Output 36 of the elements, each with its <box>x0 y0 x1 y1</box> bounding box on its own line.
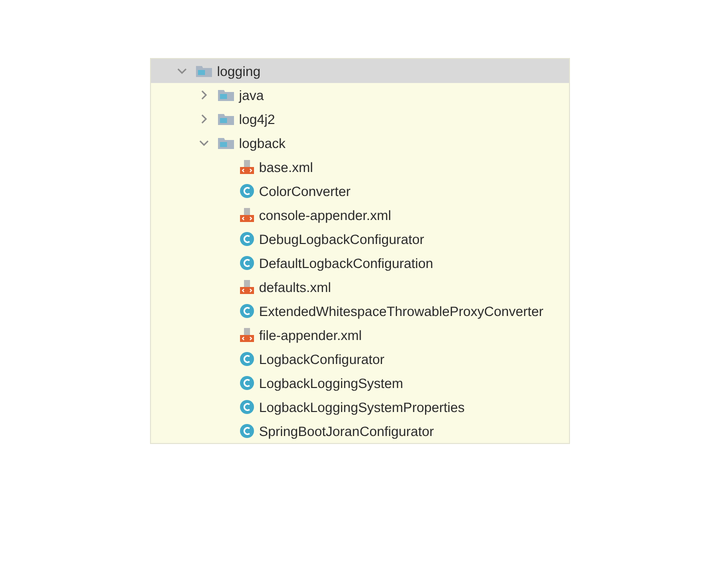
folder-icon <box>217 136 235 150</box>
tree-item[interactable]: java <box>151 83 569 107</box>
class-icon <box>239 255 255 271</box>
xml-file-icon <box>239 159 255 175</box>
xml-file-icon <box>239 207 255 223</box>
class-icon <box>239 231 255 247</box>
folder-icon <box>217 88 235 102</box>
tree-item[interactable]: LogbackLoggingSystem <box>151 371 569 395</box>
folder-icon <box>217 112 235 126</box>
expand-caret-icon[interactable] <box>199 90 209 100</box>
tree-item[interactable]: DebugLogbackConfigurator <box>151 227 569 251</box>
tree-item[interactable]: SpringBootJoranConfigurator <box>151 419 569 443</box>
tree-item[interactable]: base.xml <box>151 155 569 179</box>
tree-item[interactable]: defaults.xml <box>151 275 569 299</box>
class-icon <box>239 351 255 367</box>
class-icon <box>239 399 255 415</box>
collapse-caret-icon[interactable] <box>177 66 187 76</box>
tree-item[interactable]: console-appender.xml <box>151 203 569 227</box>
xml-file-icon <box>239 279 255 295</box>
folder-icon <box>195 64 213 78</box>
class-icon <box>239 183 255 199</box>
tree-item[interactable]: LogbackConfigurator <box>151 347 569 371</box>
class-icon <box>239 303 255 319</box>
tree-item[interactable]: LogbackLoggingSystemProperties <box>151 395 569 419</box>
tree-item[interactable]: log4j2 <box>151 107 569 131</box>
expand-caret-icon[interactable] <box>199 114 209 124</box>
tree-item[interactable]: logging <box>151 59 569 83</box>
tree-item[interactable]: DefaultLogbackConfiguration <box>151 251 569 275</box>
class-icon <box>239 375 255 391</box>
tree-item[interactable]: ExtendedWhitespaceThrowableProxyConverter <box>151 299 569 323</box>
collapse-caret-icon[interactable] <box>199 138 209 148</box>
class-icon <box>239 423 255 439</box>
tree-item[interactable]: file-appender.xml <box>151 323 569 347</box>
xml-file-icon <box>239 327 255 343</box>
tree-item[interactable]: ColorConverter <box>151 179 569 203</box>
tree-item[interactable]: logback <box>151 131 569 155</box>
